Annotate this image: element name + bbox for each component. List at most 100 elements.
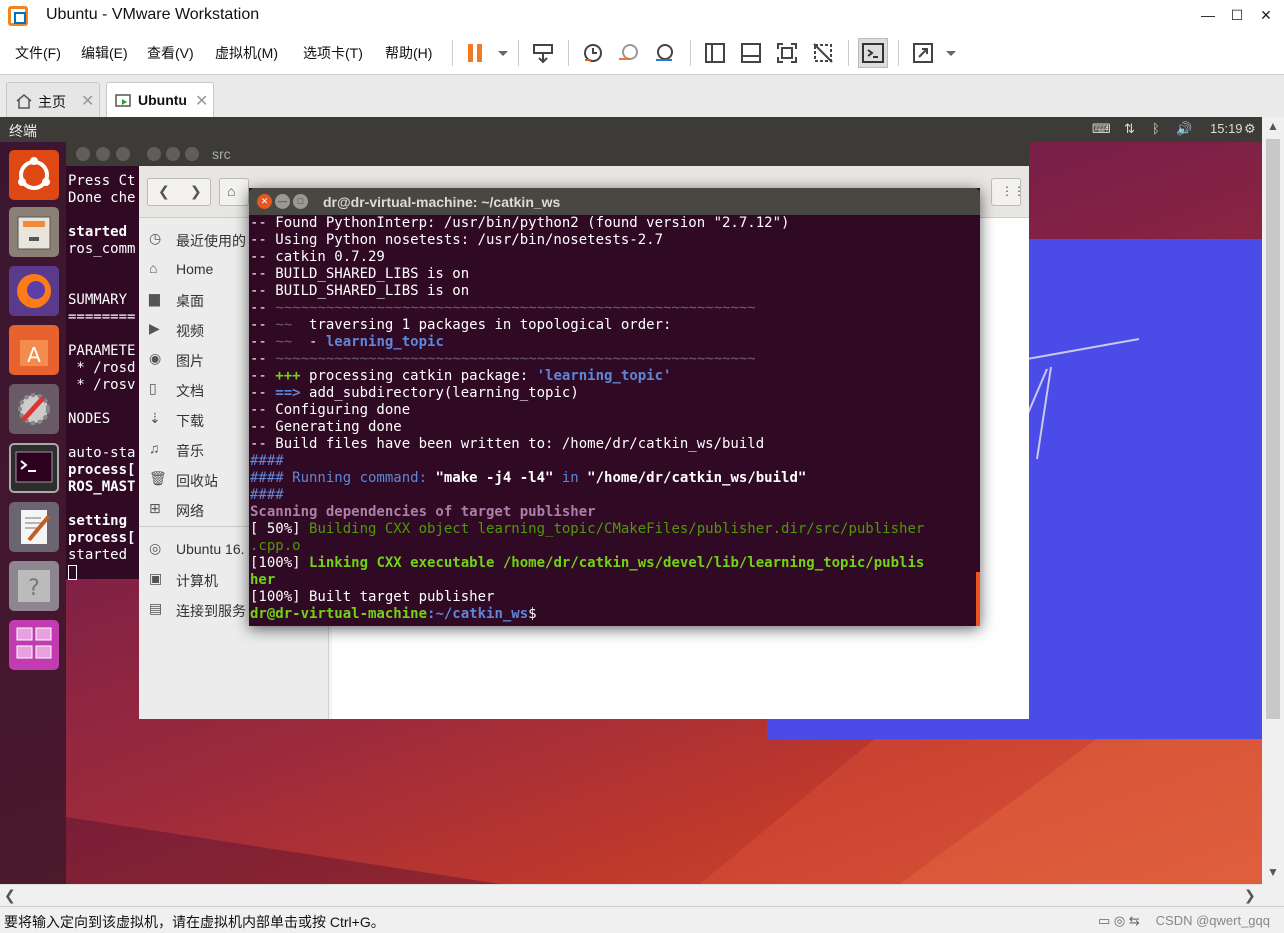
music-icon: ♫	[149, 440, 160, 456]
chevron-down-icon[interactable]	[938, 40, 956, 66]
vmware-logo-icon	[8, 6, 28, 26]
workspace-switcher-icon[interactable]	[9, 620, 59, 670]
maximize-icon[interactable]	[185, 147, 199, 161]
menu-help[interactable]: 帮助(H)	[385, 43, 432, 63]
folder-icon: ▆	[149, 290, 160, 306]
unity-mode-icon[interactable]	[810, 40, 836, 66]
menu-edit[interactable]: 编辑(E)	[81, 43, 128, 63]
full-screen-icon[interactable]	[774, 40, 800, 66]
ubuntu-launcher: A ?	[0, 142, 66, 884]
window-title: dr@dr-virtual-machine: ~/catkin_ws	[323, 194, 561, 210]
close-tab-icon[interactable]: ✕	[81, 91, 94, 111]
toolbar-separator	[690, 40, 691, 66]
gear-icon[interactable]: ⚙	[1244, 121, 1256, 137]
scroll-down-icon[interactable]: ▼	[1267, 865, 1279, 879]
network-icon: ⊞	[149, 500, 161, 516]
clock-icon: ◷	[149, 230, 162, 246]
minimize-icon[interactable]	[166, 147, 180, 161]
snapshot-manager-icon[interactable]	[652, 40, 678, 66]
toolbar-separator	[568, 40, 569, 66]
server-icon: ▤	[149, 600, 163, 616]
camera-icon: ◉	[149, 350, 162, 366]
close-tab-icon[interactable]: ✕	[195, 91, 208, 111]
horizontal-scrollbar[interactable]: ❮ ❯	[0, 884, 1262, 906]
window-titlebar: ✕ — □ dr@dr-virtual-machine: ~/catkin_ws	[249, 188, 980, 215]
vm-guest-screen[interactable]: 终端 ⌨ ⇅ ᛒ 🔊 15:19 ⚙ A ? Press Ct Done che…	[0, 117, 1262, 884]
toolbar-separator	[518, 40, 519, 66]
forward-icon[interactable]: ❯	[190, 183, 202, 200]
window-titlebar: src	[139, 142, 1029, 166]
toolbar-separator	[898, 40, 899, 66]
back-icon[interactable]: ❮	[158, 183, 170, 200]
volume-icon[interactable]: 🔊	[1176, 121, 1192, 137]
menu-file[interactable]: 文件(F)	[15, 43, 61, 63]
thumbnail-bar-icon[interactable]	[738, 40, 764, 66]
nav-buttons: ❮ ❯	[147, 178, 211, 206]
trash-icon: 🗑	[149, 470, 167, 486]
console-view-icon[interactable]	[858, 38, 888, 68]
terminal-output[interactable]: -- Found PythonInterp: /usr/bin/python2 …	[249, 215, 980, 626]
minimize-button[interactable]: —	[1194, 4, 1222, 26]
minimize-icon[interactable]	[96, 147, 110, 161]
tab-ubuntu[interactable]: Ubuntu ✕	[106, 82, 214, 118]
window-title: Ubuntu - VMware Workstation	[46, 6, 260, 23]
tab-label: 主页	[38, 94, 66, 110]
stretch-icon[interactable]	[910, 40, 936, 66]
minimize-icon[interactable]: —	[275, 194, 290, 209]
toolbar-separator	[848, 40, 849, 66]
menu-vm[interactable]: 虚拟机(M)	[215, 43, 278, 63]
firefox-icon[interactable]	[9, 266, 59, 316]
maximize-icon[interactable]	[116, 147, 130, 161]
menu-toolbar: 文件(F) 编辑(E) 查看(V) 虚拟机(M) 选项卡(T) 帮助(H)	[0, 32, 1284, 74]
software-center-icon[interactable]: A	[9, 325, 59, 375]
text-editor-icon[interactable]	[9, 502, 59, 552]
menu-tabs[interactable]: 选项卡(T)	[303, 43, 363, 63]
home-path-button[interactable]: ⌂	[219, 178, 249, 206]
show-library-icon[interactable]	[702, 40, 728, 66]
maximize-icon[interactable]: □	[293, 194, 308, 209]
terminal-window[interactable]: ✕ — □ dr@dr-virtual-machine: ~/catkin_ws…	[249, 188, 980, 626]
revert-snapshot-icon[interactable]	[616, 40, 642, 66]
scroll-up-icon[interactable]: ▲	[1267, 119, 1279, 133]
device-icons[interactable]: ▭ ◎ ⇆	[1098, 913, 1140, 929]
drive-icon: ▣	[149, 570, 163, 586]
files-app-icon[interactable]	[9, 207, 59, 257]
scroll-right-icon[interactable]: ❯	[1244, 887, 1256, 904]
network-icon[interactable]: ⇅	[1124, 121, 1135, 137]
svg-text:A: A	[27, 343, 41, 367]
chevron-down-icon[interactable]	[490, 40, 508, 66]
send-ctrl-alt-del-icon[interactable]	[530, 40, 556, 66]
vertical-scrollbar[interactable]: ▲ ▼	[1262, 117, 1284, 884]
status-message: 要将输入定向到该虚拟机，请在虚拟机内部单击或按 Ctrl+G。	[4, 914, 385, 930]
menu-view[interactable]: 查看(V)	[147, 43, 194, 63]
home-icon: ⌂	[227, 183, 236, 199]
close-icon[interactable]: ✕	[257, 194, 272, 209]
snapshot-icon[interactable]	[580, 40, 606, 66]
cursor	[68, 564, 77, 580]
home-icon	[16, 94, 32, 109]
help-icon[interactable]: ?	[9, 561, 59, 611]
keyboard-icon[interactable]: ⌨	[1092, 121, 1111, 137]
close-button[interactable]: ✕	[1252, 4, 1280, 26]
ubuntu-dash-icon[interactable]	[9, 150, 59, 200]
tab-home[interactable]: 主页 ✕	[6, 82, 100, 118]
clock[interactable]: 15:19	[1210, 121, 1243, 136]
view-menu-button[interactable]: ⋮⋮	[991, 178, 1025, 206]
svg-text:?: ?	[28, 576, 40, 601]
window-title: src	[212, 146, 231, 162]
grid-icon: ⋮⋮	[1001, 184, 1025, 198]
terminal-app-icon[interactable]	[9, 443, 59, 493]
vm-icon	[115, 94, 131, 107]
close-icon[interactable]	[76, 147, 90, 161]
active-app-name: 终端	[9, 123, 37, 139]
ubuntu-top-panel: 终端 ⌨ ⇅ ᛒ 🔊 15:19 ⚙	[0, 117, 1262, 142]
terminal-output: Press Ct Done che started ros_comm SUMMA…	[66, 169, 137, 585]
status-bar: 要将输入定向到该虚拟机，请在虚拟机内部单击或按 Ctrl+G。 ▭ ◎ ⇆ CS…	[0, 906, 1284, 933]
bluetooth-icon[interactable]: ᛒ	[1152, 121, 1160, 136]
system-settings-icon[interactable]	[9, 384, 59, 434]
scroll-left-icon[interactable]: ❮	[4, 887, 16, 904]
maximize-button[interactable]: ☐	[1223, 4, 1251, 26]
pause-icon[interactable]	[464, 40, 490, 66]
close-icon[interactable]	[147, 147, 161, 161]
scroll-thumb[interactable]	[1266, 139, 1280, 719]
